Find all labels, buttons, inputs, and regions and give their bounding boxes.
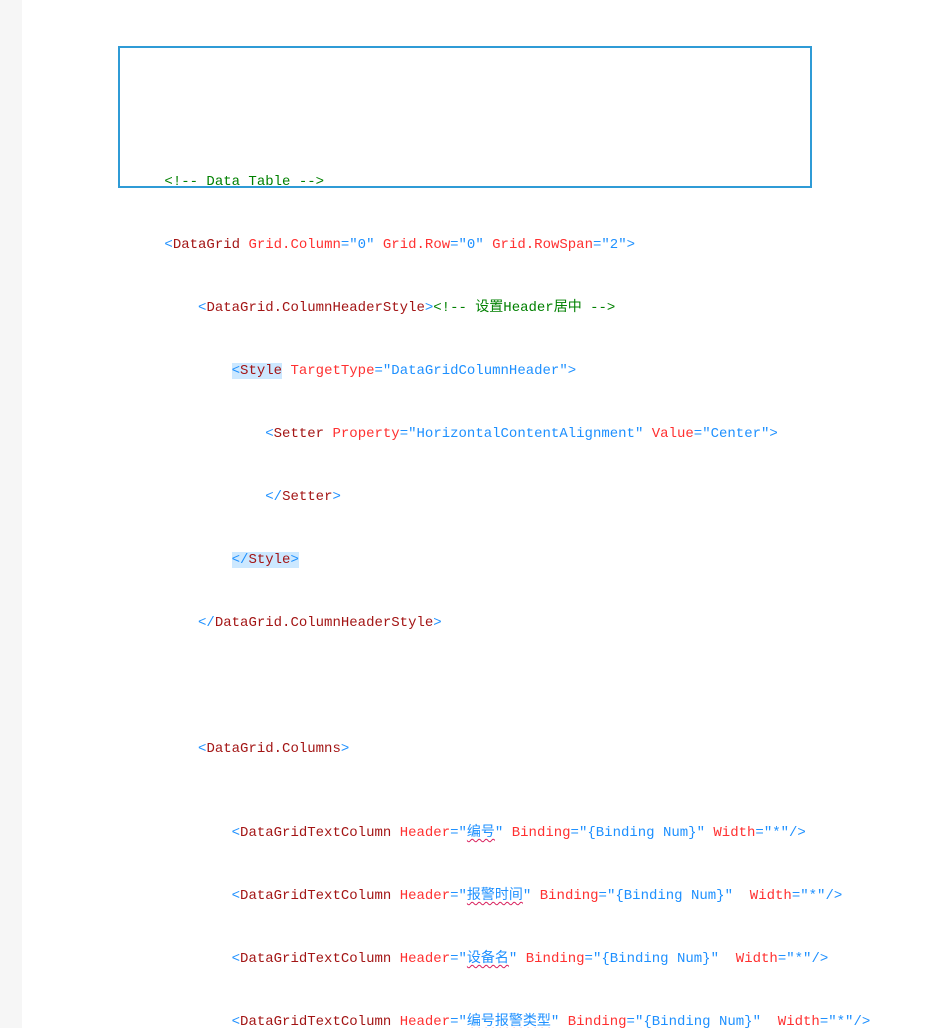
line-gutter — [0, 0, 23, 1028]
code-line: <DataGrid.ColumnHeaderStyle><!-- 设置Heade… — [30, 298, 932, 319]
code-line: <DataGridTextColumn Header="编号" Binding=… — [30, 823, 932, 844]
code-line: <DataGridTextColumn Header="报警时间" Bindin… — [30, 886, 932, 907]
code-editor: <!-- Data Table --> <DataGrid Grid.Colum… — [0, 0, 932, 1028]
code-line: </Style> — [30, 550, 932, 571]
code-line: <DataGridTextColumn Header="设备名" Binding… — [30, 949, 932, 970]
code-line: <Style TargetType="DataGridColumnHeader"… — [30, 361, 932, 382]
code-line: <Setter Property="HorizontalContentAlign… — [30, 424, 932, 445]
code-line: <DataGrid.Columns> — [30, 739, 932, 760]
fold-gutter — [22, 0, 30, 1028]
code-line: <DataGrid Grid.Column="0" Grid.Row="0" G… — [30, 235, 932, 256]
code-line: </DataGrid.ColumnHeaderStyle> — [30, 613, 932, 634]
code-line: <!-- Data Table --> — [30, 172, 932, 193]
code-line: <DataGridTextColumn Header="编号报警类型" Bind… — [30, 1012, 932, 1028]
code-line — [30, 676, 932, 697]
code-line: </Setter> — [30, 487, 932, 508]
code-block: <!-- Data Table --> <DataGrid Grid.Colum… — [30, 130, 932, 1028]
